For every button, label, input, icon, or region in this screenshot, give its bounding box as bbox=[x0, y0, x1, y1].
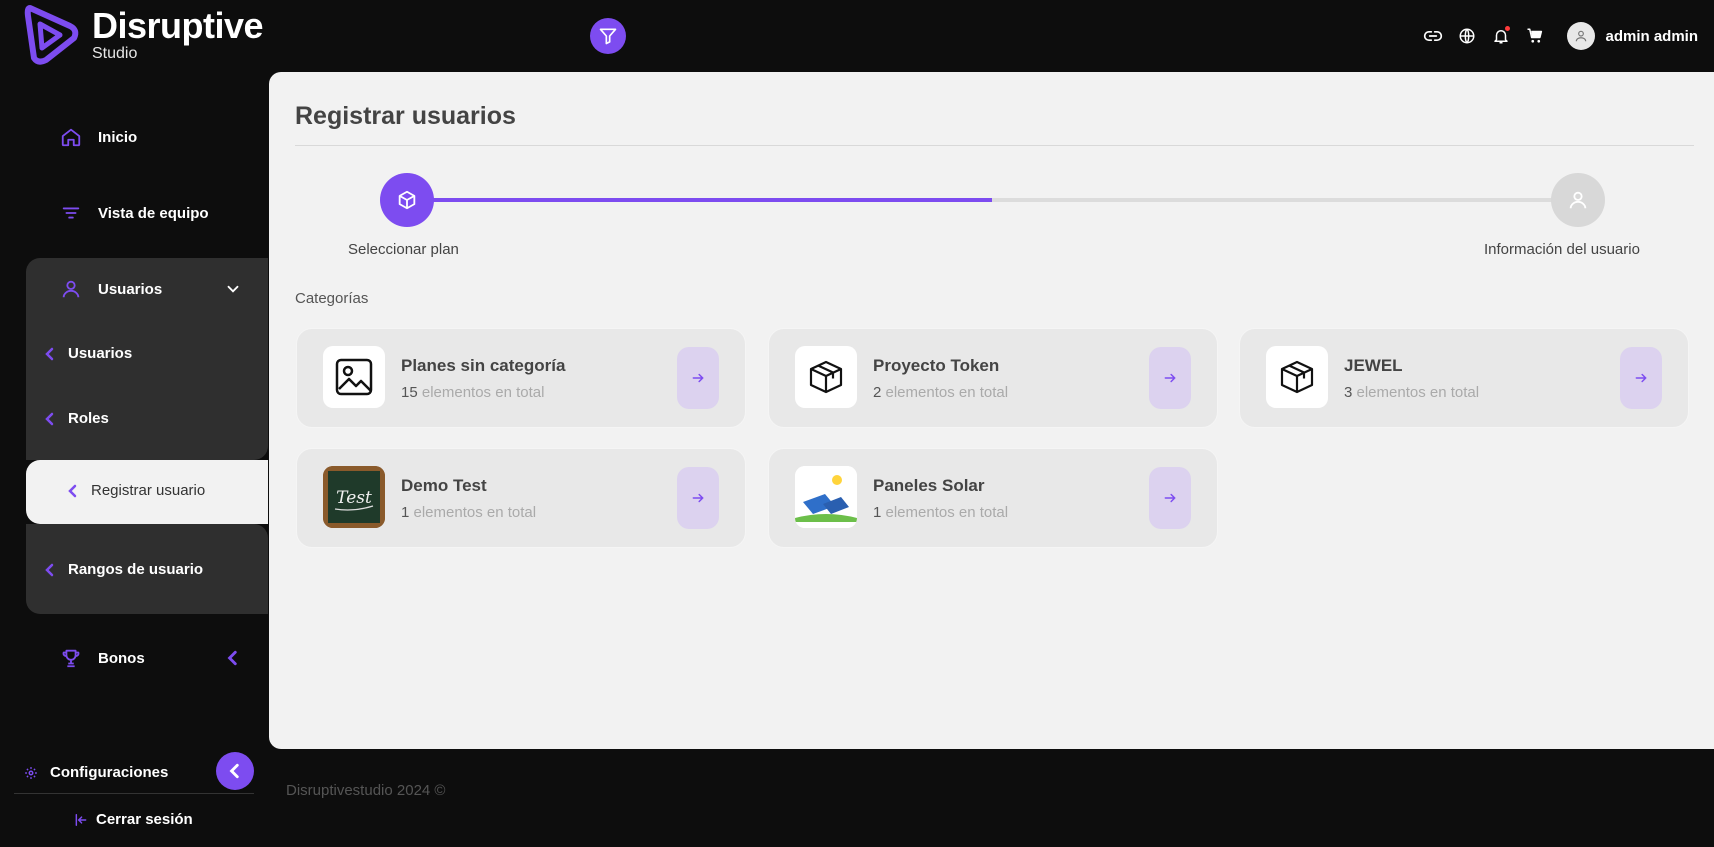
category-card[interactable]: Test Demo Test 1 elementos en total bbox=[296, 448, 746, 548]
stepper-progress-fill bbox=[407, 198, 992, 202]
category-card[interactable]: Paneles Solar 1 elementos en total bbox=[768, 448, 1218, 548]
step-user-info[interactable] bbox=[1551, 173, 1605, 227]
submenu-label: Roles bbox=[68, 410, 109, 427]
image-icon bbox=[323, 346, 385, 408]
link-icon[interactable] bbox=[1423, 26, 1443, 46]
card-arrow-button[interactable] bbox=[677, 467, 719, 529]
submenu-item-usuarios[interactable]: Usuarios bbox=[44, 345, 132, 362]
settings-row[interactable]: Configuraciones bbox=[14, 752, 254, 794]
settings-label: Configuraciones bbox=[50, 764, 169, 781]
card-count: 1 elementos en total bbox=[873, 504, 1009, 521]
bell-icon[interactable] bbox=[1491, 26, 1511, 46]
sidebar-item-label: Vista de equipo bbox=[98, 204, 209, 222]
chevron-left-icon bbox=[68, 484, 77, 497]
card-count: 2 elementos en total bbox=[873, 384, 1009, 401]
user-icon bbox=[62, 280, 80, 298]
sidebar-item-label: Bonos bbox=[98, 649, 145, 667]
sidebar-item-vista-de-equipo[interactable]: Vista de equipo bbox=[0, 178, 268, 248]
user-icon bbox=[1569, 191, 1587, 209]
brand-subtitle: Studio bbox=[92, 45, 138, 62]
logout-icon bbox=[75, 813, 87, 826]
cart-icon[interactable] bbox=[1525, 26, 1545, 46]
step-select-plan[interactable] bbox=[380, 173, 434, 227]
card-count: 3 elementos en total bbox=[1344, 384, 1480, 401]
brand-title: Disruptive bbox=[92, 5, 264, 46]
submenu-label: Registrar usuario bbox=[91, 482, 206, 499]
arrow-right-icon bbox=[692, 373, 704, 383]
main-content: Registrar usuarios Seleccionar plan Info… bbox=[269, 72, 1714, 749]
arrow-right-icon bbox=[1635, 373, 1647, 383]
box-icon bbox=[1266, 346, 1328, 408]
solar-panel-image bbox=[795, 466, 857, 528]
trophy-icon bbox=[62, 649, 80, 668]
brand-logo[interactable]: Disruptive Studio bbox=[20, 2, 264, 68]
page-title: Registrar usuarios bbox=[295, 102, 516, 130]
arrow-right-icon bbox=[1164, 373, 1176, 383]
card-arrow-button[interactable] bbox=[1149, 467, 1191, 529]
category-card[interactable]: Proyecto Token 2 elementos en total bbox=[768, 328, 1218, 428]
globe-icon[interactable] bbox=[1457, 26, 1477, 46]
step-label: Seleccionar plan bbox=[348, 241, 459, 258]
home-icon bbox=[61, 128, 81, 147]
title-divider bbox=[295, 145, 1694, 146]
card-title: Paneles Solar bbox=[873, 476, 985, 495]
card-arrow-button[interactable] bbox=[1149, 347, 1191, 409]
logout-button[interactable]: Cerrar sesión bbox=[74, 811, 193, 828]
gear-icon bbox=[25, 766, 37, 779]
submenu-label: Rangos de usuario bbox=[68, 561, 204, 578]
card-title: Planes sin categoría bbox=[401, 356, 566, 375]
box-icon bbox=[795, 346, 857, 408]
categories-label: Categorías bbox=[295, 290, 369, 307]
filter-button[interactable] bbox=[590, 18, 626, 54]
card-count: 1 elementos en total bbox=[401, 504, 537, 521]
submenu-item-roles[interactable]: Roles bbox=[44, 410, 109, 427]
arrow-right-icon bbox=[1164, 493, 1176, 503]
category-card[interactable]: Planes sin categoría 15 elementos en tot… bbox=[296, 328, 746, 428]
sidebar-item-usuarios[interactable]: Usuarios bbox=[0, 254, 268, 324]
logo-mark-icon bbox=[24, 5, 79, 65]
chevron-left-icon bbox=[45, 563, 54, 576]
card-arrow-button[interactable] bbox=[1620, 347, 1662, 409]
user-name[interactable]: admin admin bbox=[1605, 28, 1698, 45]
footer-text: Disruptivestudio 2024 © bbox=[286, 782, 446, 799]
filter-icon bbox=[599, 28, 617, 45]
chevron-left-icon bbox=[229, 763, 239, 779]
sidebar-item-bonos[interactable]: Bonos bbox=[0, 623, 268, 693]
chalkboard-test-image: Test bbox=[323, 466, 385, 528]
sidebar-item-label: Usuarios bbox=[98, 280, 163, 298]
chevron-down-icon[interactable] bbox=[224, 280, 242, 298]
sidebar-item-inicio[interactable]: Inicio bbox=[0, 102, 268, 172]
stepper-track bbox=[407, 198, 1577, 202]
filter-lines-icon bbox=[62, 207, 80, 219]
card-title: JEWEL bbox=[1344, 356, 1403, 375]
card-arrow-button[interactable] bbox=[677, 347, 719, 409]
submenu-label: Usuarios bbox=[68, 345, 133, 362]
cube-icon bbox=[398, 190, 416, 210]
sidebar-item-label: Inicio bbox=[98, 128, 138, 146]
collapse-sidebar-button[interactable] bbox=[216, 752, 254, 790]
user-avatar-icon[interactable] bbox=[1567, 22, 1596, 50]
submenu-item-rangos-de-usuario[interactable]: Rangos de usuario bbox=[44, 561, 203, 578]
logout-label: Cerrar sesión bbox=[96, 811, 193, 828]
arrow-right-icon bbox=[692, 493, 704, 503]
submenu-item-registrar-usuario[interactable]: Registrar usuario bbox=[26, 460, 268, 524]
step-label: Información del usuario bbox=[1484, 241, 1640, 258]
category-card[interactable]: JEWEL 3 elementos en total bbox=[1239, 328, 1689, 428]
card-title: Demo Test bbox=[401, 476, 487, 495]
chevron-left-icon bbox=[45, 412, 54, 425]
chevron-left-icon bbox=[45, 347, 54, 360]
svg-text:Test: Test bbox=[336, 488, 372, 508]
header-actions: admin admin bbox=[1423, 22, 1698, 50]
card-title: Proyecto Token bbox=[873, 356, 1000, 375]
chevron-left-icon[interactable] bbox=[226, 650, 240, 666]
card-count: 15 elementos en total bbox=[401, 384, 545, 401]
